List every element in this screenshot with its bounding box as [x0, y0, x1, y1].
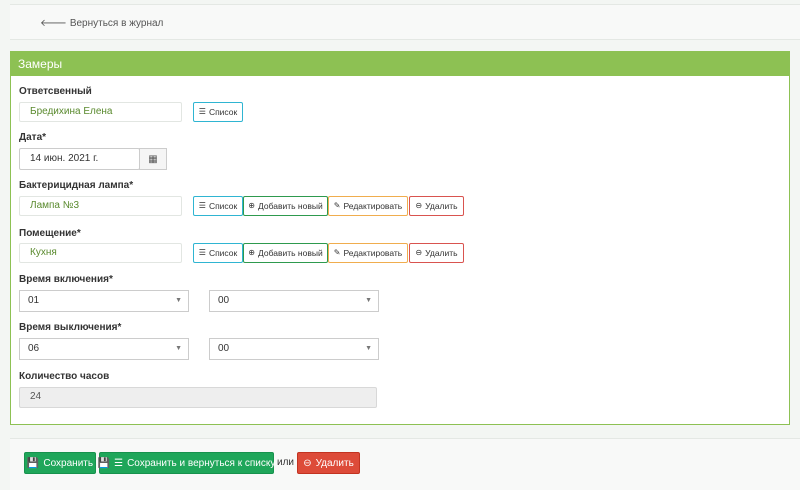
minus-circle-icon: ⊖: [303, 457, 312, 469]
caret-down-icon: ▼: [365, 297, 372, 304]
lamp-edit-label: Редактировать: [343, 201, 403, 211]
off-time-minute-select[interactable]: 00 ▼: [209, 338, 379, 360]
arrow-left-icon: 🡐: [40, 18, 67, 29]
room-add-button[interactable]: ⊕ Добавить новый: [243, 243, 328, 263]
on-time-hour-select[interactable]: 01 ▼: [19, 290, 189, 312]
date-label: Дата*: [19, 132, 47, 143]
plus-circle-icon: ⊕: [248, 248, 255, 257]
save-return-label: Сохранить и вернуться к списку: [127, 457, 276, 469]
room-add-label: Добавить новый: [257, 248, 323, 258]
save-label: Сохранить: [43, 457, 94, 469]
list-icon: ☰: [198, 248, 206, 257]
room-delete-button[interactable]: ⊖ Удалить: [409, 243, 464, 263]
caret-down-icon: ▼: [175, 345, 182, 352]
room-delete-label: Удалить: [425, 248, 458, 258]
or-separator: или: [277, 457, 295, 468]
room-list-label: Список: [208, 248, 238, 258]
off-time-hour-select[interactable]: 06 ▼: [19, 338, 189, 360]
calendar-icon: ▦: [148, 153, 158, 165]
hours-count-label: Количество часов: [19, 371, 110, 382]
pencil-icon: ✎: [333, 248, 341, 257]
room-input[interactable]: Кухня: [19, 243, 182, 263]
room-edit-label: Редактировать: [343, 248, 403, 258]
save-button[interactable]: 💾 Сохранить: [24, 452, 96, 474]
lamp-input[interactable]: Лампа №3: [19, 196, 182, 216]
back-to-journal-link[interactable]: 🡐 Вернуться в журнал: [40, 17, 164, 30]
responsible-label: Ответсвенный: [19, 86, 92, 97]
minus-circle-icon: ⊖: [415, 201, 423, 210]
measurements-panel: Замеры Ответсвенный Бредихина Елена ☰ Сп…: [10, 51, 790, 425]
responsible-list-button[interactable]: ☰ Список: [193, 102, 243, 122]
responsible-input[interactable]: Бредихина Елена: [19, 102, 182, 122]
date-input[interactable]: 14 июн. 2021 г.: [19, 148, 140, 170]
lamp-delete-button[interactable]: ⊖ Удалить: [409, 196, 464, 216]
minus-circle-icon: ⊖: [415, 248, 423, 257]
pencil-icon: ✎: [333, 201, 341, 210]
responsible-list-label: Список: [208, 107, 238, 117]
hours-count-input: 24: [19, 387, 377, 408]
list-icon: ☰: [114, 457, 124, 469]
save-and-return-button[interactable]: 💾 ☰ Сохранить и вернуться к списку: [97, 452, 276, 474]
caret-down-icon: ▼: [365, 345, 372, 352]
floppy-disk-icon: 💾: [26, 457, 40, 469]
calendar-button[interactable]: ▦: [139, 148, 167, 170]
form-footer: 💾 Сохранить 💾 ☰ Сохранить и вернуться к …: [10, 438, 800, 490]
off-time-hour-value: 06: [28, 343, 40, 354]
panel-title: Замеры: [11, 52, 789, 76]
lamp-label: Бактерицидная лампа*: [19, 180, 134, 191]
top-nav-bar: 🡐 Вернуться в журнал: [10, 4, 800, 40]
delete-button[interactable]: ⊖ Удалить: [297, 452, 360, 474]
caret-down-icon: ▼: [175, 297, 182, 304]
lamp-list-button[interactable]: ☰ Список: [193, 196, 243, 216]
floppy-disk-icon: 💾: [97, 457, 111, 469]
plus-circle-icon: ⊕: [248, 201, 255, 210]
list-icon: ☰: [198, 201, 206, 210]
back-link-label: Вернуться в журнал: [69, 17, 164, 29]
room-list-button[interactable]: ☰ Список: [193, 243, 243, 263]
lamp-edit-button[interactable]: ✎ Редактировать: [328, 196, 408, 216]
on-time-minute-value: 00: [218, 295, 230, 306]
room-edit-button[interactable]: ✎ Редактировать: [328, 243, 408, 263]
off-time-minute-value: 00: [218, 343, 230, 354]
room-label: Помещение*: [19, 228, 81, 239]
delete-label: Удалить: [315, 457, 354, 469]
lamp-add-label: Добавить новый: [257, 201, 323, 211]
on-time-label: Время включения*: [19, 274, 113, 285]
on-time-hour-value: 01: [28, 295, 40, 306]
off-time-label: Время выключения*: [19, 322, 122, 333]
list-icon: ☰: [198, 107, 206, 116]
on-time-minute-select[interactable]: 00 ▼: [209, 290, 379, 312]
lamp-list-label: Список: [208, 201, 238, 211]
lamp-delete-label: Удалить: [425, 201, 458, 211]
lamp-add-button[interactable]: ⊕ Добавить новый: [243, 196, 328, 216]
